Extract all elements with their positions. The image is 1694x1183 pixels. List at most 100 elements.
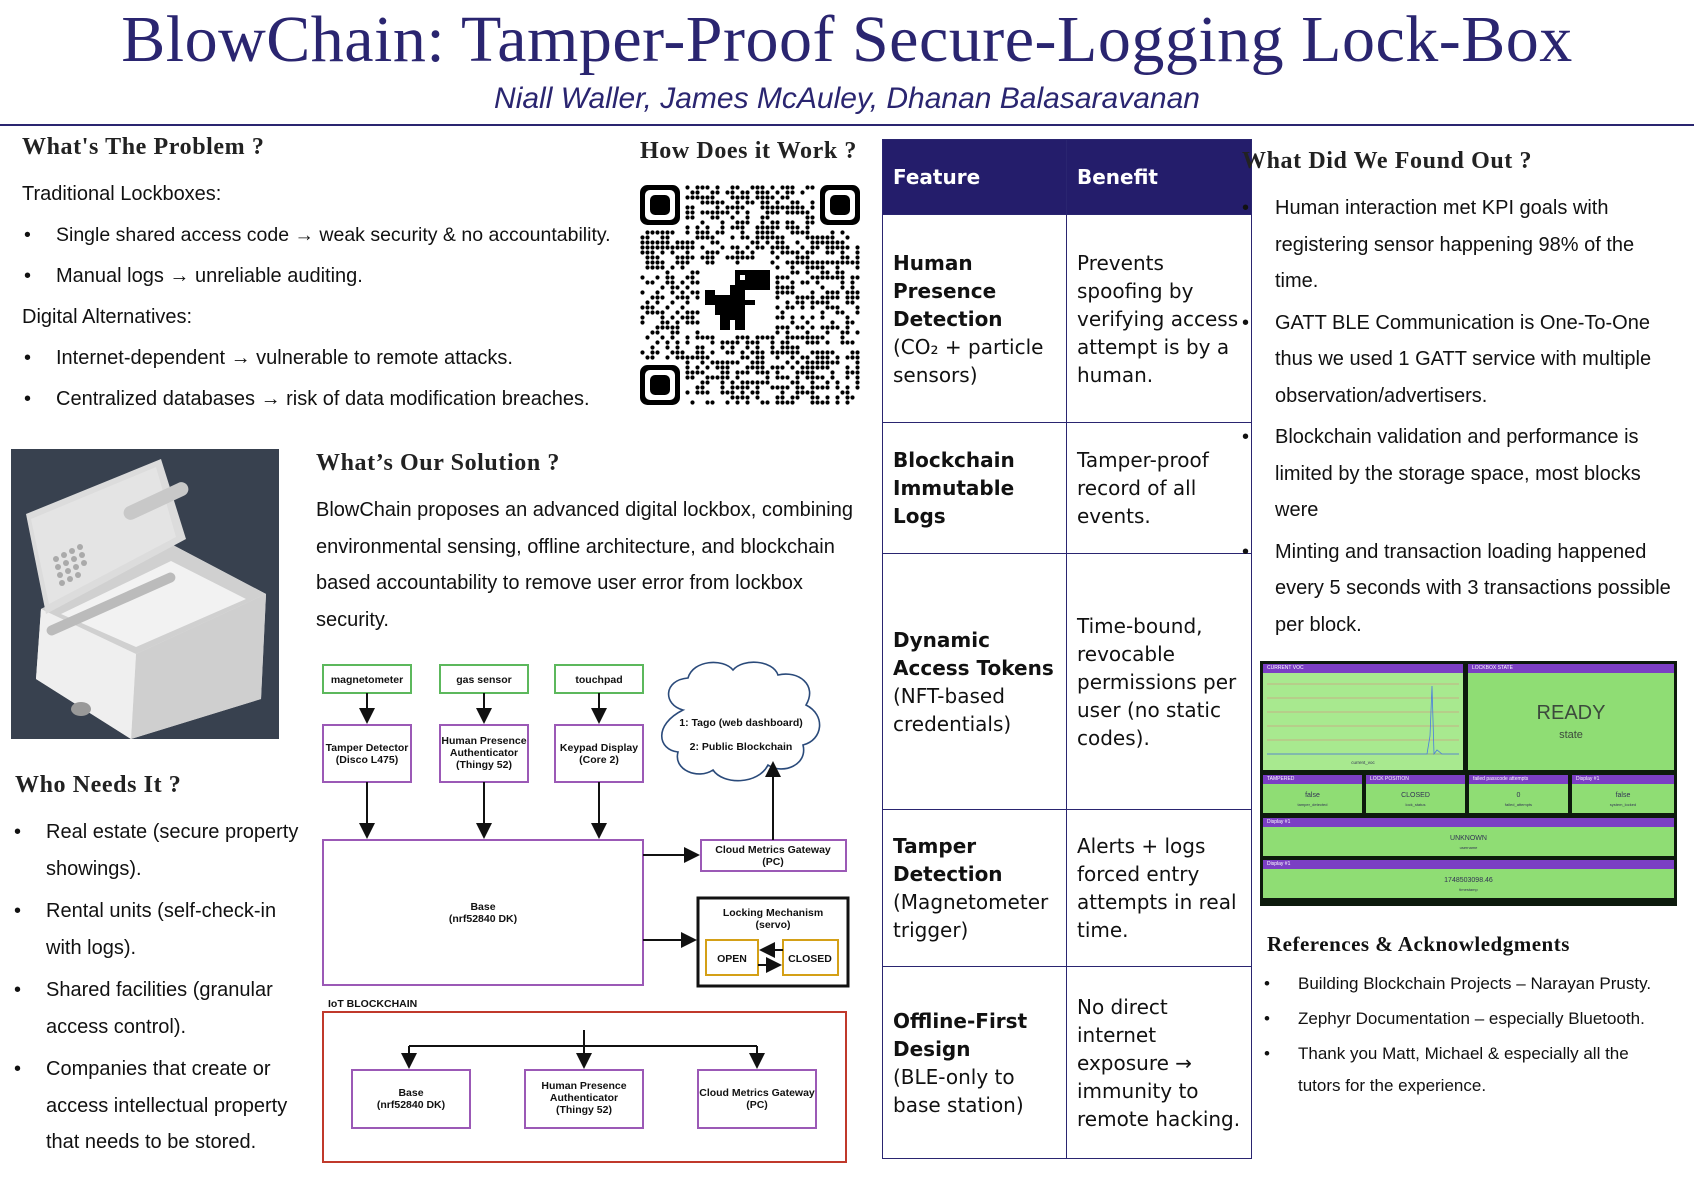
sensor-gas: gas sensor xyxy=(456,674,511,686)
voc-panel: CURRENT VOC current_voc xyxy=(1263,664,1463,770)
benefit-cell: Time-bound, revocable permissions per us… xyxy=(1066,553,1252,810)
iot-gateway-l2: (PC) xyxy=(746,1099,768,1111)
iot-base-l1: Base xyxy=(398,1087,423,1099)
iot-gateway-l1: Cloud Metrics Gateway xyxy=(699,1087,815,1099)
traditional-list: Single shared access code → weak securit… xyxy=(22,215,642,297)
row-timestamp: Display #1 1748503098.46 timestamp xyxy=(1263,860,1674,898)
benefit-cell: Alerts + logs forced entry attempts in r… xyxy=(1066,809,1252,967)
gateway-l1: Cloud Metrics Gateway xyxy=(715,844,831,856)
feature-sub: (BLE-only to base station) xyxy=(893,1064,1024,1117)
cloud-item-1: 1: Tago (web dashboard) xyxy=(679,717,802,729)
list-item: GATT BLE Communication is One-To-One thu… xyxy=(1240,305,1680,415)
row-username: Display #1 UNKNOWN username xyxy=(1263,818,1674,856)
sensor-touchpad: touchpad xyxy=(575,674,622,686)
who-heading: Who Needs It ? xyxy=(15,772,182,798)
table-row: Dynamic Access Tokens (NFT-based credenti… xyxy=(882,553,1252,810)
mcu-presence-l1: Human Presence xyxy=(441,735,526,747)
feature-title: Dynamic Access Tokens xyxy=(893,627,1054,680)
poster-title: BlowChain: Tamper-Proof Secure-Logging L… xyxy=(121,3,1573,76)
mcu-presence-l3: (Thingy 52) xyxy=(456,759,512,771)
state-panel: LOCKBOX STATE READY state xyxy=(1468,664,1674,770)
benefit-cell: Tamper-proof record of all events. xyxy=(1066,422,1252,554)
state-value: READY xyxy=(1536,702,1606,724)
digital-label: Digital Alternatives: xyxy=(22,306,193,328)
table-header-feature: Feature xyxy=(882,139,1067,215)
list-item: Human interaction met KPI goals with reg… xyxy=(1240,190,1680,300)
list-item: Rental units (self-check-in with logs). xyxy=(12,893,312,966)
gateway-l2: (PC) xyxy=(762,856,784,868)
voc-panel-header: CURRENT VOC xyxy=(1263,664,1463,673)
traditional-label: Traditional Lockboxes: xyxy=(22,183,222,205)
lockbox-render-image xyxy=(11,449,279,739)
mcu-keypad-l1: Keypad Display xyxy=(560,742,638,754)
tago-dashboard-screenshot: CURRENT VOC current_voc LOCKBOX STATE RE… xyxy=(1260,661,1677,906)
feature-benefit-table: Feature Benefit Human Presence Detection… xyxy=(882,139,1252,1159)
lock-open: OPEN xyxy=(717,953,747,965)
benefit-cell: Prevents spoofing by verifying access at… xyxy=(1066,214,1252,423)
title-divider xyxy=(0,124,1694,126)
iot-presence-l1: Human Presence xyxy=(541,1080,626,1092)
who-list: Real estate (secure property showings). … xyxy=(12,814,312,1161)
refs-heading: References & Acknowledgments xyxy=(1267,932,1570,956)
list-item: Minting and transaction loading happened… xyxy=(1240,534,1680,644)
tile-lock-position: LOCK POSITION CLOSED lock_status xyxy=(1366,775,1465,813)
mcu-tamper-l1: Tamper Detector xyxy=(326,742,409,754)
list-item: Building Blockchain Projects – Narayan P… xyxy=(1262,968,1662,1000)
solution-text: BlowChain proposes an advanced digital l… xyxy=(316,499,853,631)
problem-section: Traditional Lockboxes: Single shared acc… xyxy=(22,174,642,420)
found-list: Human interaction met KPI goals with reg… xyxy=(1240,190,1680,643)
poster-authors: Niall Waller, James McAuley, Dhanan Bala… xyxy=(494,82,1200,115)
state-sub: state xyxy=(1559,729,1583,741)
cloud-item-2: 2: Public Blockchain xyxy=(690,741,793,753)
list-item: Blockchain validation and performance is… xyxy=(1240,419,1680,529)
feature-sub: (NFT-based credentials) xyxy=(893,683,1012,736)
voc-legend: current_voc xyxy=(1351,760,1375,765)
lock-l2: (servo) xyxy=(755,919,790,931)
feature-sub: (CO₂ + particle sensors) xyxy=(893,334,1044,387)
list-item: Internet-dependent → vulnerable to remot… xyxy=(22,338,642,379)
tile-system-locked: Display #1 false system_locked xyxy=(1572,775,1674,813)
tile-tampered: TAMPERED false tamper_detected xyxy=(1263,775,1362,813)
list-item: Manual logs → unreliable auditing. xyxy=(22,256,642,297)
list-item: Zephyr Documentation – especially Blueto… xyxy=(1262,1003,1662,1035)
feature-title: Tamper Detection xyxy=(893,834,1003,886)
feature-title: Offline-First Design xyxy=(893,1008,1028,1061)
how-heading: How Does it Work ? xyxy=(640,138,858,164)
tile-failed-attempts: failed passcode attempts 0 failed_attemp… xyxy=(1469,775,1568,813)
iot-presence-l3: (Thingy 52) xyxy=(556,1104,612,1116)
table-row: Human Presence Detection (CO₂ + particle … xyxy=(882,214,1252,423)
base-l2: (nrf52840 DK) xyxy=(449,913,517,925)
list-item: Single shared access code → weak securit… xyxy=(22,215,642,256)
list-item: Thank you Matt, Michael & especially all… xyxy=(1262,1038,1662,1102)
list-item: Shared facilities (granular access contr… xyxy=(12,972,312,1045)
iot-base-l2: (nrf52840 DK) xyxy=(377,1099,445,1111)
found-heading: What Did We Found Out ? xyxy=(1242,148,1533,174)
iot-presence-l2: Authenticator xyxy=(550,1092,618,1104)
digital-list: Internet-dependent → vulnerable to remot… xyxy=(22,338,642,420)
feature-title: Human Presence Detection xyxy=(893,250,1003,331)
voc-line-chart: current_voc xyxy=(1267,683,1459,765)
table-row: Blockchain Immutable Logs Tamper-proof r… xyxy=(882,422,1252,554)
feature-sub: (Magnetometer trigger) xyxy=(893,890,1049,942)
solution-heading: What’s Our Solution ? xyxy=(316,450,560,476)
state-panel-header: LOCKBOX STATE xyxy=(1468,664,1674,673)
mcu-tamper-l2: (Disco L475) xyxy=(336,754,398,766)
lock-l1: Locking Mechanism xyxy=(723,907,823,919)
feature-title: Blockchain Immutable Logs xyxy=(893,448,1015,528)
list-item: Centralized databases → risk of data mod… xyxy=(22,379,642,420)
architecture-diagram: magnetometer gas sensor touchpad Tamper … xyxy=(322,661,850,1163)
mcu-keypad-l2: (Core 2) xyxy=(579,754,619,766)
table-header-benefit: Benefit xyxy=(1066,139,1252,215)
lock-closed: CLOSED xyxy=(788,953,832,965)
benefit-cell: No direct internet exposure → immunity t… xyxy=(1066,966,1252,1159)
list-item: Companies that create or access intellec… xyxy=(12,1051,312,1161)
sensor-magnetometer: magnetometer xyxy=(331,674,403,686)
table-row: Tamper Detection (Magnetometer trigger) A… xyxy=(882,809,1252,967)
iot-label: IoT BLOCKCHAIN xyxy=(328,998,417,1010)
base-l1: Base xyxy=(470,901,495,913)
problem-heading: What's The Problem ? xyxy=(22,134,265,160)
mcu-presence-l2: Authenticator xyxy=(450,747,518,759)
list-item: Real estate (secure property showings). xyxy=(12,814,312,887)
qr-code[interactable] xyxy=(640,185,860,405)
refs-list: Building Blockchain Projects – Narayan P… xyxy=(1262,968,1662,1102)
